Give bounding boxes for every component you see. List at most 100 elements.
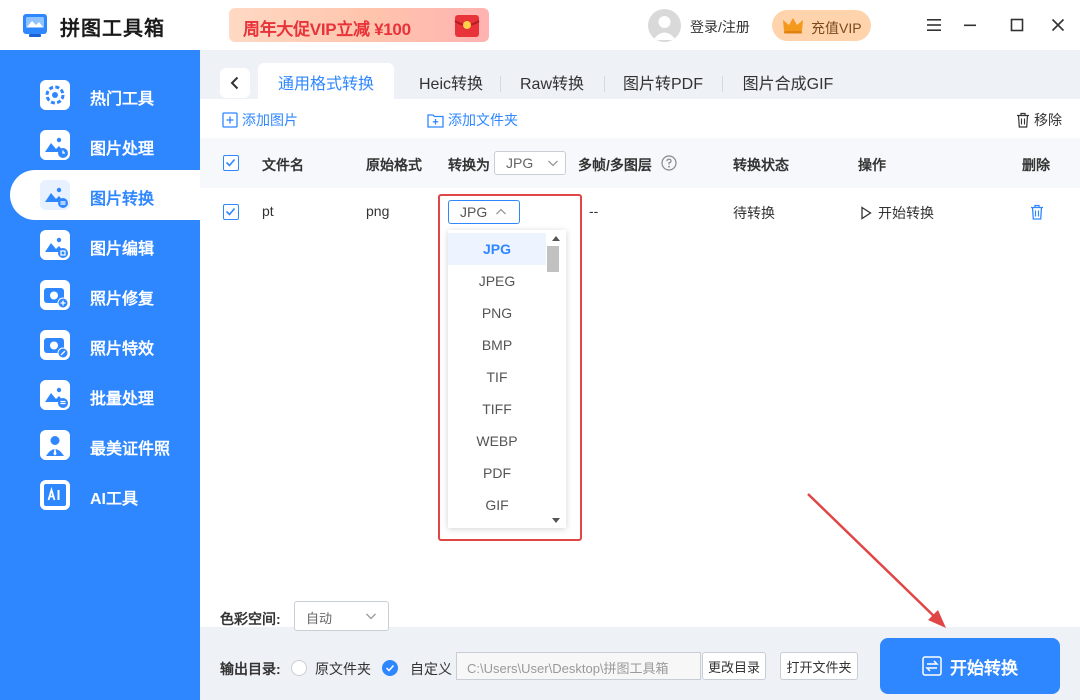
sidebar-item-label: 批量处理 — [90, 391, 155, 408]
start-convert-button[interactable]: 开始转换 — [880, 638, 1060, 694]
format-option-png[interactable]: PNG — [448, 297, 546, 329]
format-option-jpeg[interactable]: JPEG — [448, 265, 546, 297]
content-panel: 添加图片 添加文件夹 移除 文件名 原始格式 转换为 JPG 多帧/多图层 转换… — [200, 99, 1080, 627]
remove-label: 移除 — [1034, 112, 1062, 128]
sidebar-item-label: 图片处理 — [90, 141, 155, 158]
help-icon[interactable] — [661, 155, 677, 171]
row-start-button[interactable]: 开始转换 — [860, 203, 934, 223]
row-status: 待转换 — [733, 205, 775, 221]
row-multiframe: -- — [589, 203, 599, 219]
row-filename: pt — [262, 203, 274, 219]
dropdown-scrollbar[interactable] — [546, 230, 566, 528]
header-convert-to: 转换为 — [448, 157, 490, 173]
sidebar-item-label: 照片修复 — [90, 291, 155, 308]
radio-custom-folder[interactable] — [382, 660, 398, 676]
sidebar-item-label: 照片特效 — [90, 341, 155, 358]
output-path-field[interactable]: C:\Users\User\Desktop\拼图工具箱 — [456, 652, 701, 680]
header-filename: 文件名 — [262, 157, 304, 173]
convert-icon — [922, 656, 942, 676]
convert-to-all-select[interactable]: JPG — [494, 151, 566, 175]
add-folder-button[interactable]: 添加文件夹 — [427, 110, 518, 130]
sidebar-item-id-photo[interactable]: 最美证件照 — [0, 420, 200, 470]
app-title: 拼图工具箱 — [60, 18, 165, 40]
camera-wand-icon — [40, 330, 70, 360]
format-option-tif[interactable]: TIF — [448, 361, 546, 393]
title-bar: 拼图工具箱 周年大促VIP立减 ¥100 登录/注册 充值VIP — [0, 0, 1080, 50]
start-convert-label: 开始转换 — [950, 658, 1018, 678]
color-space-select[interactable]: 自动 — [294, 601, 389, 631]
sidebar-item-image-convert[interactable]: 图片转换 — [10, 170, 200, 220]
login-link[interactable]: 登录/注册 — [690, 17, 750, 37]
close-button[interactable] — [1046, 13, 1070, 37]
app-logo-icon — [23, 14, 47, 37]
hamburger-icon — [927, 19, 941, 31]
open-folder-button[interactable]: 打开文件夹 — [780, 652, 858, 680]
select-all-checkbox[interactable] — [223, 155, 239, 171]
play-icon — [861, 206, 872, 220]
vip-button[interactable]: 充值VIP — [772, 10, 871, 41]
sidebar-item-photo-repair[interactable]: 照片修复 — [0, 270, 200, 320]
check-icon — [385, 664, 395, 672]
chevron-left-icon — [230, 76, 239, 90]
sidebar-item-batch[interactable]: 批量处理 — [0, 370, 200, 420]
radio-custom-label: 自定义 — [410, 661, 452, 677]
header-delete: 删除 — [1022, 157, 1050, 173]
promo-banner[interactable]: 周年大促VIP立减 ¥100 — [229, 8, 489, 42]
gear-icon — [40, 80, 70, 110]
check-icon — [225, 158, 236, 167]
back-button[interactable] — [220, 68, 250, 98]
tab-raw[interactable]: Raw转换 — [504, 63, 600, 100]
table-row: pt png JPG -- 待转换 开始转换 — [200, 188, 1080, 238]
row-orig-format: png — [366, 203, 390, 219]
red-envelope-icon — [454, 15, 480, 37]
sidebar-item-image-edit[interactable]: 图片编辑 — [0, 220, 200, 270]
add-folder-label: 添加文件夹 — [448, 112, 518, 128]
sidebar-item-photo-effects[interactable]: 照片特效 — [0, 320, 200, 370]
image-batch-icon — [40, 380, 70, 410]
check-icon — [225, 207, 236, 216]
sidebar: 热门工具 图片处理 图片转换 图片编辑 照片修复 照片特效 批量处理 最美证件照… — [0, 50, 200, 700]
avatar[interactable] — [648, 9, 681, 42]
sidebar-item-label: 图片转换 — [90, 191, 155, 208]
format-dropdown: JPG JPEG PNG BMP TIF TIFF WEBP PDF GIF — [448, 230, 566, 528]
format-option-tiff[interactable]: TIFF — [448, 393, 546, 425]
ai-icon — [40, 480, 70, 510]
format-option-pdf[interactable]: PDF — [448, 457, 546, 489]
change-dir-button[interactable]: 更改目录 — [702, 652, 766, 680]
format-option-bmp[interactable]: BMP — [448, 329, 546, 361]
table-header: 文件名 原始格式 转换为 JPG 多帧/多图层 转换状态 操作 删除 — [200, 138, 1080, 188]
sidebar-item-hot-tools[interactable]: 热门工具 — [0, 70, 200, 120]
maximize-button[interactable] — [1005, 13, 1029, 37]
maximize-icon — [1010, 18, 1024, 32]
format-option-webp[interactable]: WEBP — [448, 425, 546, 457]
header-multiframe: 多帧/多图层 — [578, 157, 652, 173]
tab-image-to-pdf[interactable]: 图片转PDF — [608, 63, 718, 100]
minimize-button[interactable] — [958, 13, 982, 37]
tab-separator — [604, 76, 605, 92]
output-dir-label: 输出目录: — [220, 661, 281, 677]
tab-image-to-gif[interactable]: 图片合成GIF — [726, 63, 850, 100]
radio-original-folder[interactable] — [291, 660, 307, 676]
color-space-label: 色彩空间: — [220, 611, 281, 627]
tab-separator — [722, 76, 723, 92]
sidebar-item-ai-tools[interactable]: AI工具 — [0, 470, 200, 520]
trash-icon[interactable] — [1030, 204, 1044, 220]
crown-icon — [783, 18, 803, 34]
add-image-button[interactable]: 添加图片 — [222, 110, 298, 130]
trash-icon — [1017, 112, 1029, 128]
format-option-gif[interactable]: GIF — [448, 489, 546, 521]
tab-heic[interactable]: Heic转换 — [404, 63, 498, 100]
image-convert-icon — [40, 180, 70, 210]
select-value: JPG — [506, 155, 534, 171]
sidebar-item-label: 最美证件照 — [90, 441, 171, 458]
image-edit-icon — [40, 230, 70, 260]
header-orig-format: 原始格式 — [366, 157, 422, 173]
promo-text: 周年大促VIP立减 ¥100 — [243, 20, 411, 39]
menu-button[interactable] — [922, 13, 946, 37]
sidebar-item-image-process[interactable]: 图片处理 — [0, 120, 200, 170]
row-checkbox[interactable] — [223, 204, 239, 220]
close-icon — [1051, 18, 1065, 32]
tab-general-convert[interactable]: 通用格式转换 — [258, 63, 394, 100]
remove-button[interactable]: 移除 — [1016, 110, 1062, 130]
format-option-jpg[interactable]: JPG — [448, 233, 546, 265]
